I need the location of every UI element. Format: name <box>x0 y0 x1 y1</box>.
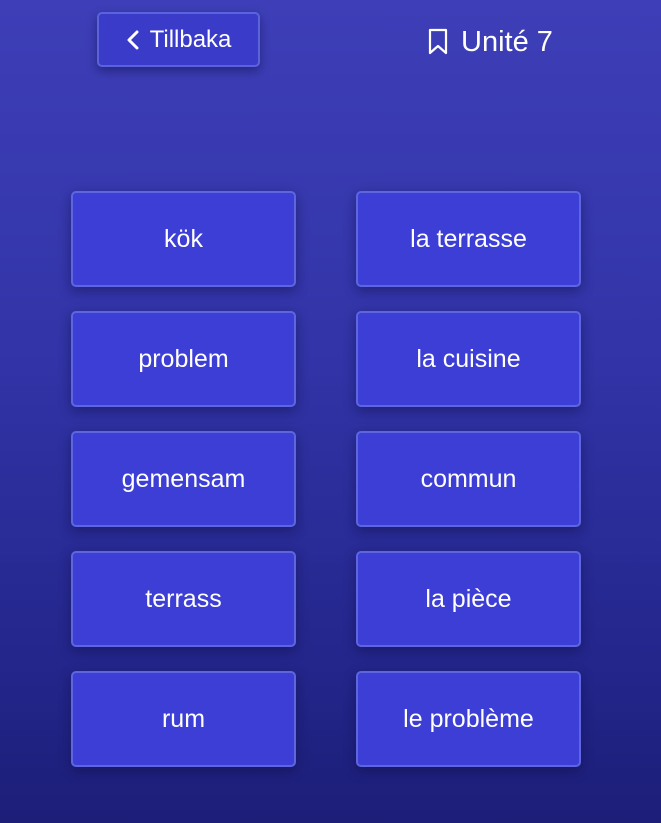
word-card-swedish[interactable]: terrass <box>71 551 296 647</box>
bookmark-icon <box>427 28 449 56</box>
chevron-left-icon <box>126 29 140 51</box>
word-card-swedish[interactable]: gemensam <box>71 431 296 527</box>
word-card-swedish[interactable]: kök <box>71 191 296 287</box>
word-card-french[interactable]: le problème <box>356 671 581 767</box>
word-card-grid: kök la terrasse problem la cuisine gemen… <box>71 191 581 767</box>
back-button-label: Tillbaka <box>149 25 232 53</box>
unit-title: Unité 7 <box>427 24 553 60</box>
word-card-french[interactable]: la cuisine <box>356 311 581 407</box>
unit-title-text: Unité 7 <box>461 25 553 58</box>
word-card-french[interactable]: la pièce <box>356 551 581 647</box>
word-card-french[interactable]: commun <box>356 431 581 527</box>
word-card-french[interactable]: la terrasse <box>356 191 581 287</box>
word-card-swedish[interactable]: rum <box>71 671 296 767</box>
word-card-swedish[interactable]: problem <box>71 311 296 407</box>
back-button[interactable]: Tillbaka <box>97 12 260 67</box>
